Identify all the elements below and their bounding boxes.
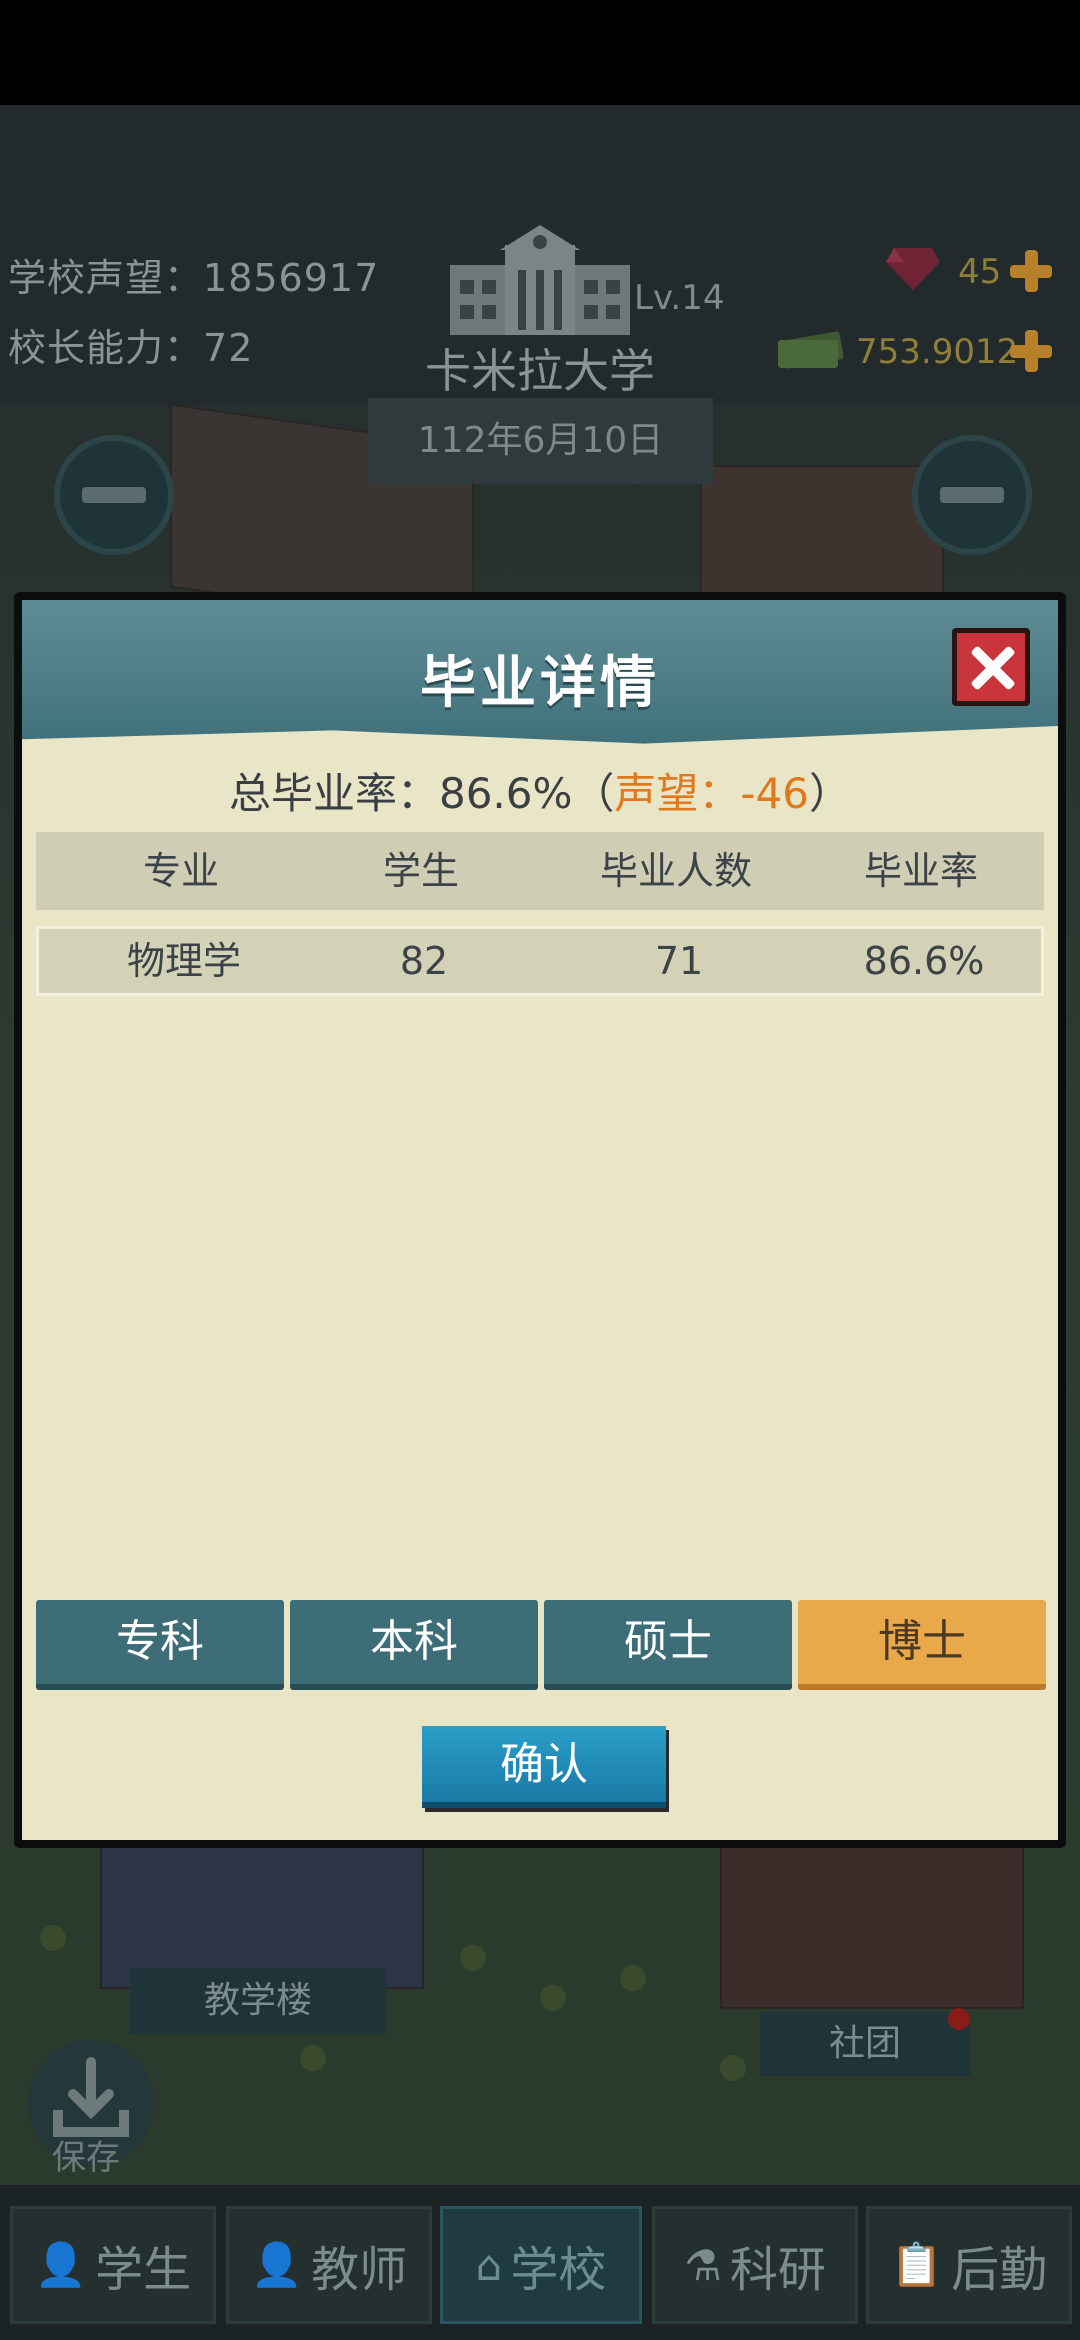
- cell-rate: 86.6%: [863, 939, 985, 983]
- table-header: 专业 学生 毕业人数 毕业率: [36, 832, 1044, 910]
- nav-label: 学生: [95, 2242, 192, 2298]
- total-rate-text: 总毕业率：86.6%（: [228, 769, 615, 818]
- column-students: 学生: [382, 849, 459, 893]
- student-icon: 👤: [34, 2240, 88, 2289]
- save-label: 保存: [52, 2138, 120, 2178]
- tree: [40, 1925, 66, 1951]
- tab-bachelor[interactable]: 本科: [290, 1600, 538, 1690]
- dialog-header: 毕业详情: [22, 600, 1058, 748]
- column-rate: 毕业率: [863, 849, 978, 893]
- minus-icon: [82, 487, 146, 503]
- money-amount: 753.9012: [856, 332, 1019, 372]
- add-money-button[interactable]: [1006, 326, 1056, 376]
- nav-label: 科研: [729, 2242, 826, 2298]
- nav-tab-logistics[interactable]: 📋 后勤: [866, 2206, 1072, 2324]
- nav-label: 学校: [510, 2242, 607, 2298]
- total-graduation-rate: 总毕业率：86.6%（声望：-46）: [22, 760, 1058, 821]
- map-building[interactable]: [700, 465, 944, 609]
- zoom-out-button-right[interactable]: [912, 435, 1032, 555]
- tree: [300, 2045, 326, 2071]
- column-major: 专业: [142, 849, 219, 893]
- reputation-change: 声望：-46: [614, 769, 810, 818]
- tree: [720, 2055, 746, 2081]
- nav-label: 教师: [311, 2242, 408, 2298]
- cell-students: 82: [399, 939, 449, 983]
- tree: [540, 1985, 566, 2011]
- add-gems-button[interactable]: [1006, 246, 1056, 296]
- minus-icon: [940, 487, 1004, 503]
- school-level: Lv.14: [634, 278, 725, 318]
- nav-tab-school[interactable]: ⌂ 学校: [440, 2206, 642, 2324]
- school-icon: ⌂: [475, 2240, 503, 2290]
- total-rate-close: ）: [809, 769, 852, 818]
- dialog-title: 毕业详情: [420, 651, 660, 716]
- tab-doctorate[interactable]: 博士: [798, 1600, 1046, 1690]
- confirm-button[interactable]: 确认: [422, 1726, 666, 1808]
- school-building-icon: [450, 225, 630, 335]
- cash-icon: [778, 331, 844, 369]
- nav-tab-research[interactable]: ⚗ 科研: [652, 2206, 858, 2324]
- teacher-icon: 👤: [250, 2240, 304, 2289]
- tree: [620, 1965, 646, 1991]
- notification-dot: [948, 2008, 970, 2030]
- clipboard-icon: 📋: [890, 2240, 944, 2289]
- status-bar: [0, 0, 1080, 105]
- teaching-building-label[interactable]: 教学楼: [130, 1968, 386, 2034]
- game-date: 112年6月10日: [368, 398, 713, 484]
- gem-icon: [886, 248, 940, 290]
- nav-tab-students[interactable]: 👤 学生: [10, 2206, 216, 2324]
- gem-count: 45: [958, 252, 1002, 292]
- cell-major: 物理学: [126, 939, 241, 983]
- graduation-details-dialog: 毕业详情 总毕业率：86.6%（声望：-46） 专业 学生 毕业人数 毕业率 物…: [14, 592, 1066, 1848]
- tab-associate[interactable]: 专科: [36, 1600, 284, 1690]
- nav-label: 后勤: [951, 2242, 1048, 2298]
- reputation-value: 1856917: [203, 256, 380, 300]
- flask-icon: ⚗: [684, 2240, 722, 2290]
- tab-master[interactable]: 硕士: [544, 1600, 792, 1690]
- table-row: 物理学 82 71 86.6%: [36, 926, 1044, 996]
- map-building[interactable]: [100, 1835, 424, 1989]
- close-button[interactable]: [952, 628, 1030, 706]
- tree: [460, 1945, 486, 1971]
- zoom-out-button-left[interactable]: [54, 435, 174, 555]
- map-building[interactable]: [720, 1835, 1024, 2009]
- reputation-label: 学校声望：: [8, 256, 204, 300]
- bottom-navigation: 👤 学生 👤 教师 ⌂ 学校 ⚗ 科研 📋 后勤: [0, 2190, 1080, 2340]
- reputation-stat: 学校声望：1856917: [8, 247, 379, 302]
- nav-tab-teachers[interactable]: 👤 教师: [226, 2206, 432, 2324]
- club-label[interactable]: 社团: [760, 2012, 970, 2076]
